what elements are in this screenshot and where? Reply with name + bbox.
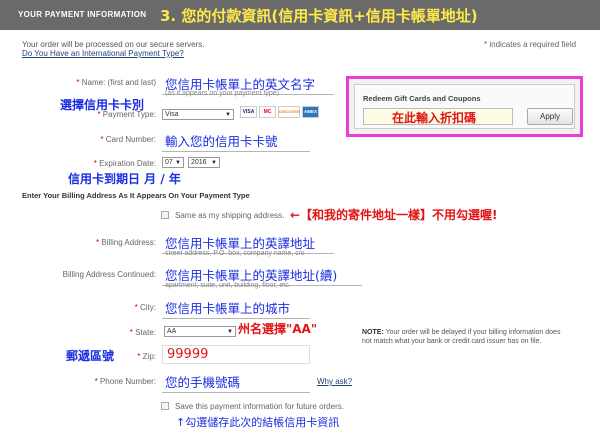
name-label: * Name: (first and last)	[76, 78, 156, 87]
promo-code-input[interactable]: 在此輸入折扣碼	[363, 108, 513, 125]
section-header: YOUR PAYMENT INFORMATION 3. 您的付款資訊(信用卡資訊…	[0, 0, 600, 30]
zip-label: * Zip:	[137, 352, 156, 361]
chevron-down-icon: ▼	[175, 160, 181, 166]
chevron-down-icon: ▼	[211, 160, 217, 166]
required-field-note: * indicates a required field	[484, 40, 577, 49]
billing-address2-label: Billing Address Continued:	[62, 270, 156, 279]
zip-value: 99999	[167, 347, 209, 362]
city-input[interactable]: 您信用卡帳單上的城市	[162, 297, 310, 319]
chevron-down-icon: ▼	[225, 112, 231, 118]
state-label: * State:	[129, 328, 156, 337]
amex-icon: AMEX	[302, 106, 319, 118]
payment-type-label: * Payment Type:	[97, 110, 156, 119]
visa-icon: VISA	[240, 106, 257, 118]
secure-servers-text: Your order will be processed on our secu…	[22, 40, 205, 49]
city-label: * City:	[134, 303, 156, 312]
expiration-annotation: 信用卡到期日 月 / 年	[68, 172, 181, 186]
save-payment-annotation: ↑勾選儲存此次的結帳信用卡資訊	[176, 416, 340, 429]
why-ask-link[interactable]: Why ask?	[317, 377, 352, 386]
discover-icon: DISCOVER	[278, 106, 300, 118]
promo-highlight-box: Redeem Gift Cards and Coupons 在此輸入折扣碼 Ap…	[346, 76, 583, 137]
apply-button[interactable]: Apply	[527, 108, 573, 125]
billing-note: NOTE: Your order will be delayed if your…	[362, 329, 561, 345]
promo-code-annotation: 在此輸入折扣碼	[392, 111, 477, 125]
section-title: YOUR PAYMENT INFORMATION	[18, 10, 147, 19]
billing-address2-hint: apartment, suite, unit, building, floor,…	[165, 282, 291, 289]
same-shipping-checkbox[interactable]	[161, 211, 169, 219]
zip-input[interactable]: 99999	[162, 345, 310, 364]
save-payment-label: Save this payment information for future…	[175, 402, 344, 411]
expiration-label: * Expiration Date:	[93, 159, 156, 168]
state-annotation: 州名選擇"AA"	[238, 322, 318, 336]
state-select[interactable]: AA ▼	[164, 326, 236, 337]
same-shipping-annotation: ←【和我的寄件地址一樣】不用勾選喔!	[290, 208, 498, 222]
billing-address-hint: street address, P.O. box, company name, …	[165, 250, 305, 257]
header-annotation: 3. 您的付款資訊(信用卡資訊+信用卡帳單地址)	[160, 7, 478, 25]
mastercard-icon: MC	[259, 106, 276, 118]
phone-input[interactable]: 您的手機號碼	[162, 371, 310, 393]
expiration-year-select[interactable]: 2016 ▼	[188, 157, 220, 168]
international-payment-link[interactable]: Do You Have an International Payment Typ…	[22, 49, 184, 58]
promo-title: Redeem Gift Cards and Coupons	[363, 94, 481, 103]
save-payment-checkbox[interactable]	[161, 402, 169, 410]
card-number-input[interactable]: 輸入您的信用卡卡號	[162, 130, 310, 152]
promo-panel: Redeem Gift Cards and Coupons 在此輸入折扣碼 Ap…	[354, 84, 575, 129]
billing-address-label: * Billing Address:	[95, 238, 156, 247]
card-number-label: * Card Number:	[100, 135, 156, 144]
name-hint: (as it appears on your payment type)	[165, 90, 280, 97]
chevron-down-icon: ▼	[227, 329, 233, 335]
phone-label: * Phone Number:	[94, 377, 156, 386]
payment-type-select[interactable]: Visa ▼	[162, 109, 234, 120]
same-shipping-label: Same as my shipping address.	[175, 211, 285, 220]
billing-heading: Enter Your Billing Address As It Appears…	[22, 191, 250, 200]
expiration-month-select[interactable]: 07 ▼	[162, 157, 184, 168]
